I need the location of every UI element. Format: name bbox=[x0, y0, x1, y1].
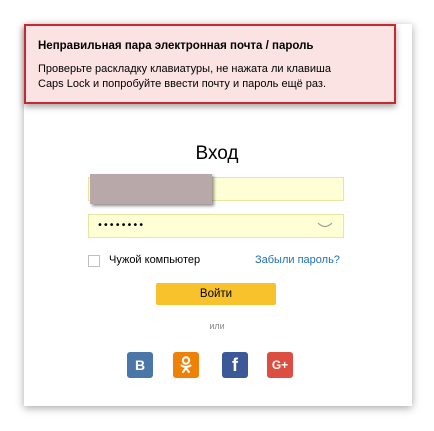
error-title: Неправильная пара электронная почта / па… bbox=[38, 40, 314, 52]
page-title: Вход bbox=[195, 143, 239, 164]
or-divider: или bbox=[209, 321, 225, 331]
error-message: Проверьте раскладку клавиатуры, не нажат… bbox=[38, 62, 382, 92]
foreign-computer-checkbox[interactable] bbox=[88, 255, 100, 267]
redacted-login-overlay bbox=[90, 174, 212, 204]
google-plus-label: G+ bbox=[271, 358, 289, 372]
password-value: •••••••• bbox=[97, 220, 145, 231]
error-alert: Неправильная пара электронная почта / па… bbox=[24, 24, 396, 104]
eye-closed-icon[interactable] bbox=[317, 222, 333, 230]
vk-label: В bbox=[134, 357, 146, 373]
google-plus-icon[interactable]: G+ bbox=[267, 352, 293, 378]
odnoklassniki-icon[interactable]: ок bbox=[173, 352, 199, 378]
login-button[interactable]: Войти bbox=[156, 283, 276, 305]
error-message-line-2: Caps Lock и попробуйте ввести почту и па… bbox=[38, 78, 327, 90]
facebook-icon[interactable]: f bbox=[222, 352, 248, 378]
odnoklassniki-glyph bbox=[180, 356, 192, 373]
foreign-computer-label[interactable]: Чужой компьютер bbox=[109, 254, 200, 266]
login-input[interactable] bbox=[88, 174, 344, 204]
vk-icon[interactable]: В bbox=[127, 352, 153, 378]
password-input[interactable]: •••••••• bbox=[88, 214, 344, 238]
error-message-line-1: Проверьте раскладку клавиатуры, не нажат… bbox=[38, 63, 331, 75]
facebook-label: f bbox=[232, 355, 238, 375]
forgot-password-link[interactable]: Забыли пароль? bbox=[255, 254, 340, 266]
